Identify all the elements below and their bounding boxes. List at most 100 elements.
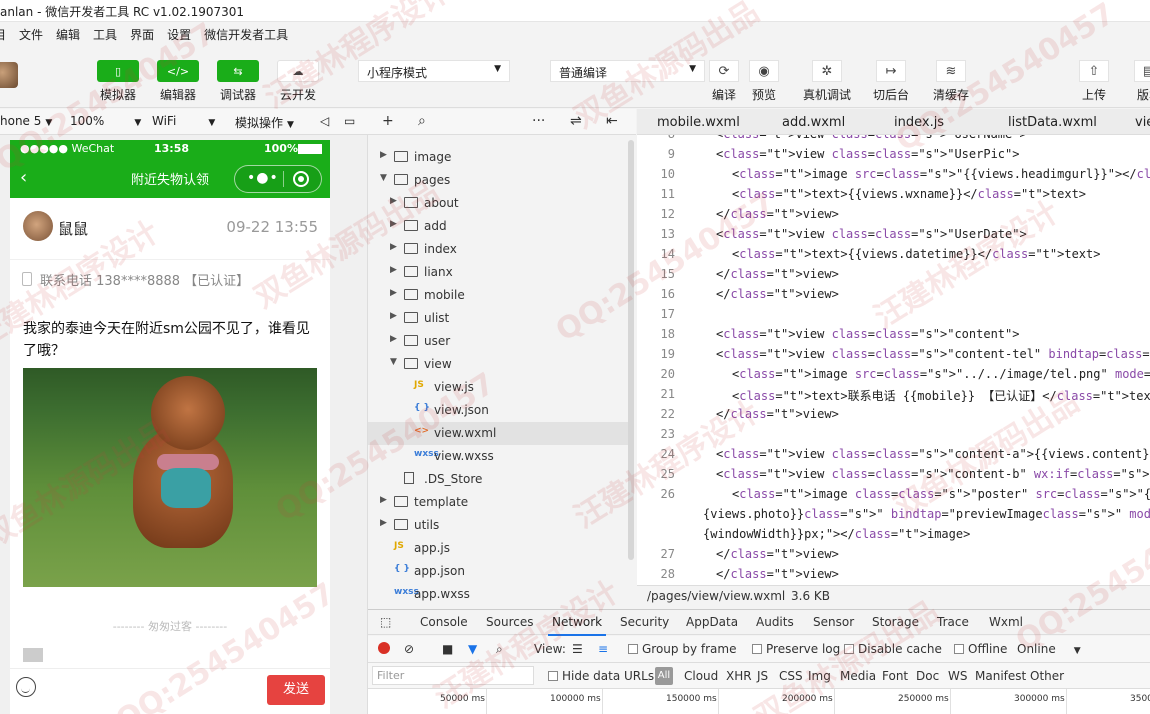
menu-item-devtools[interactable]: 微信开发者工具 [204, 26, 288, 43]
compile-select[interactable]: 普通编译 ▼ [550, 60, 705, 82]
upload-button[interactable]: ⇧ 上传 [1069, 60, 1119, 103]
tab-view-wxml[interactable]: vie [1135, 115, 1150, 130]
tab-security[interactable]: Security [620, 615, 669, 629]
contact-tel[interactable]: 联系电话 138****8888 【已认证】 [10, 260, 330, 300]
tree-item-view-wxml[interactable]: <> view.wxml [368, 422, 630, 445]
chevron-right-icon[interactable]: ▶ [380, 150, 387, 160]
type-ws[interactable]: WS [948, 669, 967, 683]
menu-item-tools[interactable]: 工具 [93, 26, 117, 43]
tree-item-image[interactable]: ▶ image [368, 146, 630, 169]
tree-item-template[interactable]: ▶ template [368, 491, 630, 514]
tree-item-app-wxss[interactable]: wxss app.wxss [368, 583, 630, 605]
offline-toggle[interactable]: Offline [954, 642, 1007, 656]
volume-icon[interactable]: ◁ [320, 114, 329, 128]
tab-index-js[interactable]: index.js [894, 115, 944, 130]
cloud-dev-button[interactable]: ☁ 云开发 [270, 60, 326, 103]
tab-add-wxml[interactable]: add.wxml [782, 115, 845, 130]
search-icon[interactable]: ⌕ [496, 642, 503, 657]
tree-item-view-js[interactable]: JS view.js [368, 376, 630, 399]
type-js[interactable]: JS [757, 669, 768, 683]
more-icon[interactable]: ··· [532, 113, 545, 129]
tab-trace[interactable]: Trace [937, 615, 969, 629]
tab-sensor[interactable]: Sensor [813, 615, 854, 629]
zoom-select[interactable]: 100% ▼ [70, 114, 141, 128]
tree-item-pages[interactable]: ▼ pages [368, 169, 630, 192]
tree-item-DS-Store[interactable]: .DS_Store [368, 468, 630, 491]
menu-item-edit[interactable]: 编辑 [56, 26, 80, 43]
tab-console[interactable]: Console [420, 615, 468, 629]
chevron-right-icon[interactable]: ▶ [390, 288, 397, 298]
filter-icon[interactable]: ▼ [468, 642, 477, 656]
tree-item-lianx[interactable]: ▶ lianx [368, 261, 630, 284]
chevron-right-icon[interactable]: ▶ [390, 196, 397, 206]
group-by-frame[interactable]: Group by frame [628, 642, 736, 656]
tree-item-app-js[interactable]: JS app.js [368, 537, 630, 560]
menu-capsule[interactable]: •●• [234, 165, 322, 193]
sort-icon[interactable]: ⇌ [570, 113, 582, 129]
chevron-right-icon[interactable]: ▶ [380, 518, 387, 528]
tab-sources[interactable]: Sources [486, 615, 533, 629]
menu-item-project[interactable]: 目 [0, 26, 6, 43]
add-icon[interactable]: + [382, 113, 394, 129]
tab-network[interactable]: Network [547, 615, 607, 636]
type-other[interactable]: Other [1030, 669, 1064, 683]
code-editor[interactable]: 8 <class="t">view class=class="s">"UserNa… [637, 135, 1150, 585]
tab-mobile-wxml[interactable]: mobile.wxml [657, 115, 740, 130]
window-icon[interactable]: ▭ [344, 114, 355, 128]
device-select[interactable]: hone 5 ▼ [0, 114, 52, 128]
menu-item-settings[interactable]: 设置 [167, 26, 191, 43]
more-icon[interactable]: •●• [247, 170, 279, 186]
version-button[interactable]: ▤ 版本 [1124, 60, 1150, 103]
network-select[interactable]: WiFi ▼ [152, 114, 215, 128]
chevron-right-icon[interactable]: ▶ [390, 242, 397, 252]
tree-item-view-wxss[interactable]: wxss view.wxss [368, 445, 630, 468]
type-all[interactable]: All [655, 667, 673, 685]
debugger-button[interactable]: ⇆ 调试器 [210, 60, 266, 103]
list-view-icon[interactable]: ☰ [572, 642, 583, 656]
mode-select[interactable]: 小程序模式 ▼ [358, 60, 510, 82]
chevron-right-icon[interactable]: ▶ [390, 265, 397, 275]
type-media[interactable]: Media [840, 669, 876, 683]
menu-item-file[interactable]: 文件 [19, 26, 43, 43]
close-target-icon[interactable] [293, 171, 309, 187]
chevron-down-icon[interactable]: ▼ [380, 173, 387, 183]
clear-icon[interactable]: ⊘ [404, 642, 414, 656]
chevron-down-icon[interactable]: ▼ [390, 357, 397, 367]
tree-item-index[interactable]: ▶ index [368, 238, 630, 261]
emoji-icon[interactable] [16, 677, 36, 697]
chevron-right-icon[interactable]: ▶ [390, 334, 397, 344]
tab-storage[interactable]: Storage [872, 615, 919, 629]
type-cloud[interactable]: Cloud [684, 669, 718, 683]
tab-listdata-wxml[interactable]: listData.wxml [1008, 115, 1097, 130]
ops-select[interactable]: 模拟操作 ▼ [235, 114, 294, 131]
tree-item-mobile[interactable]: ▶ mobile [368, 284, 630, 307]
user-avatar[interactable] [0, 62, 18, 88]
disable-cache[interactable]: Disable cache [844, 642, 942, 656]
inspect-icon[interactable]: ⬚ [380, 615, 391, 629]
type-xhr[interactable]: XHR [726, 669, 752, 683]
remote-debug-button[interactable]: ✲ 真机调试 [802, 60, 852, 103]
search-icon[interactable]: ⌕ [418, 113, 426, 129]
tree-item-utils[interactable]: ▶ utils [368, 514, 630, 537]
tree-item-ulist[interactable]: ▶ ulist [368, 307, 630, 330]
preserve-log[interactable]: Preserve log [752, 642, 840, 656]
chevron-right-icon[interactable]: ▶ [390, 311, 397, 321]
hide-data-urls[interactable]: Hide data URLs [548, 669, 654, 683]
menu-item-view[interactable]: 界面 [130, 26, 154, 43]
type-img[interactable]: Img [808, 669, 831, 683]
waterfall-icon[interactable]: ≡ [598, 642, 608, 656]
camera-icon[interactable]: ■ [442, 642, 453, 656]
tree-item-app-json[interactable]: { } app.json [368, 560, 630, 583]
tree-item-view[interactable]: ▼ view [368, 353, 630, 376]
tab-wxml[interactable]: Wxml [989, 615, 1023, 629]
lost-dog-photo[interactable] [23, 368, 317, 587]
type-doc[interactable]: Doc [916, 669, 939, 683]
throttle-select[interactable]: Online ▼ [1017, 642, 1081, 656]
collapse-icon[interactable]: ⇤ [606, 113, 618, 129]
filter-input[interactable]: Filter [372, 666, 534, 685]
tree-item-user[interactable]: ▶ user [368, 330, 630, 353]
tab-appdata[interactable]: AppData [686, 615, 738, 629]
chevron-right-icon[interactable]: ▶ [380, 495, 387, 505]
type-css[interactable]: CSS [779, 669, 803, 683]
user-avatar[interactable] [23, 211, 53, 241]
